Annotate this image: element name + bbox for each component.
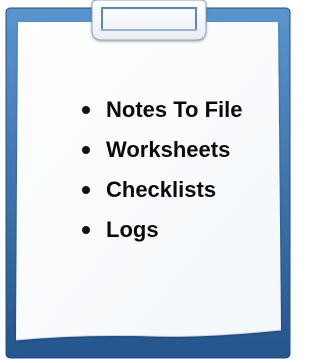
list-item-worksheets: Worksheets xyxy=(72,130,243,170)
list-item-checklists: Checklists xyxy=(72,170,243,210)
item-list: Notes To File Worksheets Checklists Logs xyxy=(72,90,243,250)
bullet-icon xyxy=(82,106,90,114)
list-item-label: Worksheets xyxy=(106,137,231,162)
clipboard-clip-icon xyxy=(91,0,207,41)
list-item-notes-to-file: Notes To File xyxy=(72,90,243,130)
list-item-logs: Logs xyxy=(72,210,243,250)
clipboard-graphic: Notes To File Worksheets Checklists Logs xyxy=(0,0,296,363)
bullet-icon xyxy=(82,146,90,154)
bullet-icon xyxy=(82,186,90,194)
list-item-label: Checklists xyxy=(106,177,217,202)
list-item-label: Logs xyxy=(106,217,159,242)
list-item-label: Notes To File xyxy=(106,97,243,122)
bullet-icon xyxy=(82,226,90,234)
